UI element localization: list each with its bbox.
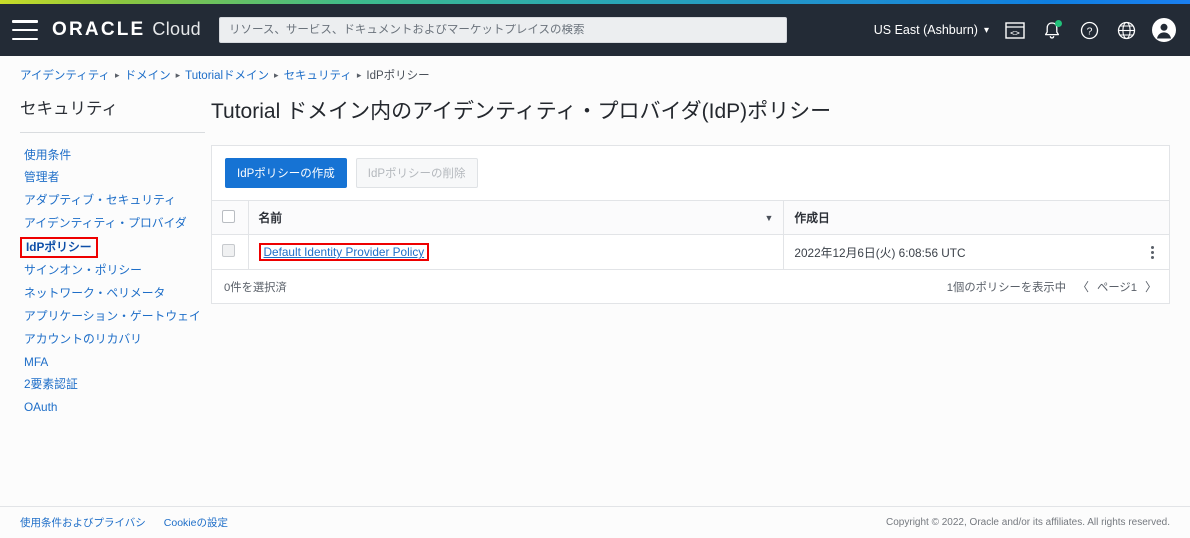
brand-cloud-text: Cloud (152, 19, 201, 39)
svg-text:<>: <> (1010, 28, 1020, 37)
breadcrumb-item-tutorial-domain[interactable]: Tutorialドメイン (185, 67, 269, 83)
column-header-name-label: 名前 (258, 211, 283, 225)
column-header-created-label: 作成日 (794, 211, 830, 225)
row-select-cell (212, 234, 249, 269)
notification-badge-dot (1055, 20, 1062, 27)
region-label: US East (Ashburn) (873, 23, 978, 37)
sidebar-title: セキュリティ (20, 100, 119, 118)
breadcrumb-separator-icon: ▸ (356, 69, 362, 80)
previous-page-icon[interactable]: 〈 (1077, 278, 1089, 295)
breadcrumb-separator-icon: ▸ (274, 69, 279, 80)
footer-link-cookie-preferences[interactable]: Cookieの設定 (164, 515, 228, 530)
sidebar-item-terms-of-use[interactable]: 使用条件 (20, 144, 75, 167)
current-page-label: ページ1 (1097, 281, 1137, 294)
chevron-down-icon: ▾ (983, 25, 989, 36)
row-created-cell: 2022年12月6日(火) 6:08:56 UTC (783, 234, 1135, 269)
breadcrumb-separator-icon: ▸ (115, 69, 120, 80)
idp-policies-table: 名前 ▼ 作成日 Default Identity Provider Polic… (212, 200, 1169, 269)
page-footer: 使用条件およびプライバシ Cookieの設定 Copyright © 2022,… (0, 506, 1190, 538)
row-name-cell: Default Identity Provider Policy (248, 234, 785, 269)
footer-link-terms-privacy[interactable]: 使用条件およびプライバシ (20, 515, 146, 530)
column-header-select (212, 200, 249, 235)
breadcrumb: アイデンティティ ▸ ドメイン ▸ Tutorialドメイン ▸ セキュリティ … (0, 64, 1190, 86)
sidebar-item-app-gateways[interactable]: アプリケーション・ゲートウェイ (20, 306, 205, 329)
hamburger-icon[interactable] (12, 20, 38, 40)
notifications-bell-icon[interactable] (1041, 19, 1063, 41)
search-input[interactable] (228, 24, 777, 36)
row-actions-kebab-icon[interactable] (1145, 245, 1159, 259)
sidebar-item-idp-policies[interactable]: IdPポリシー (20, 236, 98, 259)
sidebar-item-mfa[interactable]: MFA (20, 351, 52, 374)
brand-oracle-text: ORACLE (52, 19, 146, 40)
global-search-box[interactable] (218, 17, 787, 43)
breadcrumb-item-domains[interactable]: ドメイン (125, 67, 171, 83)
sidebar-divider (20, 132, 205, 133)
sidebar-item-two-factor-auth[interactable]: 2要素認証 (20, 374, 82, 397)
select-all-checkbox[interactable] (222, 209, 235, 223)
column-header-created: 作成日 (783, 200, 1169, 235)
selected-count-label: 0件を選択済 (224, 281, 287, 294)
showing-count-label: 1個のポリシーを表示中 (946, 281, 1067, 294)
language-globe-icon[interactable] (1115, 19, 1137, 41)
sidebar: セキュリティ 使用条件 管理者 アダプティブ・セキュリティ アイデンティティ・プ… (0, 95, 205, 503)
sidebar-item-sign-on-policies[interactable]: サインオン・ポリシー (20, 260, 146, 283)
table-toolbar: IdPポリシーの作成 IdPポリシーの削除 (212, 146, 1169, 200)
sort-caret-down-icon[interactable]: ▼ (764, 213, 773, 223)
svg-text:?: ? (1086, 25, 1092, 37)
cloud-shell-icon[interactable]: <> (1004, 19, 1026, 41)
breadcrumb-item-identity[interactable]: アイデンティティ (20, 67, 110, 83)
breadcrumb-separator-icon: ▸ (175, 69, 181, 80)
row-checkbox[interactable] (222, 244, 235, 257)
table-header-row: 名前 ▼ 作成日 (212, 200, 1169, 235)
copyright-text: Copyright © 2022, Oracle and/or its affi… (886, 517, 1170, 528)
policy-name-link[interactable]: Default Identity Provider Policy (264, 245, 425, 259)
help-icon[interactable]: ? (1078, 19, 1100, 41)
oracle-cloud-logo[interactable]: ORACLE Cloud (52, 19, 201, 41)
breadcrumb-item-security[interactable]: セキュリティ (284, 67, 352, 83)
pagination: 〈 ページ1 〉 (1077, 278, 1157, 295)
region-selector[interactable]: US East (Ashburn) ▾ (874, 23, 989, 37)
global-header: ORACLE Cloud US East (Ashburn) ▾ <> (0, 4, 1190, 56)
next-page-icon[interactable]: 〉 (1145, 278, 1157, 295)
sidebar-item-adaptive-security[interactable]: アダプティブ・セキュリティ (20, 190, 180, 213)
sidebar-item-identity-providers[interactable]: アイデンティティ・プロバイダ (20, 212, 191, 235)
row-actions-cell (1135, 234, 1169, 269)
create-idp-policy-button[interactable]: IdPポリシーの作成 (225, 158, 347, 188)
user-avatar-icon[interactable] (1152, 18, 1176, 42)
policies-card: IdPポリシーの作成 IdPポリシーの削除 名前 ▼ 作成日 Default I… (211, 145, 1170, 304)
column-header-name[interactable]: 名前 ▼ (248, 200, 785, 235)
breadcrumb-item-idp-policy: IdPポリシー (366, 70, 430, 82)
sidebar-item-network-perimeters[interactable]: ネットワーク・ペリメータ (20, 283, 169, 306)
table-footer: 0件を選択済 1個のポリシーを表示中 〈 ページ1 〉 (212, 269, 1169, 303)
delete-idp-policy-button[interactable]: IdPポリシーの削除 (355, 158, 478, 188)
page-title: Tutorial ドメイン内のアイデンティティ・プロバイダ(IdP)ポリシー (211, 100, 832, 123)
sidebar-item-oauth[interactable]: OAuth (20, 397, 61, 420)
row-name-highlight-box: Default Identity Provider Policy (258, 243, 430, 261)
sidebar-item-administrators[interactable]: 管理者 (20, 167, 63, 190)
sidebar-item-account-recovery[interactable]: アカウントのリカバリ (20, 328, 146, 351)
main-content: Tutorial ドメイン内のアイデンティティ・プロバイダ(IdP)ポリシー I… (205, 95, 1190, 503)
table-row: Default Identity Provider Policy 2022年12… (212, 234, 1169, 269)
